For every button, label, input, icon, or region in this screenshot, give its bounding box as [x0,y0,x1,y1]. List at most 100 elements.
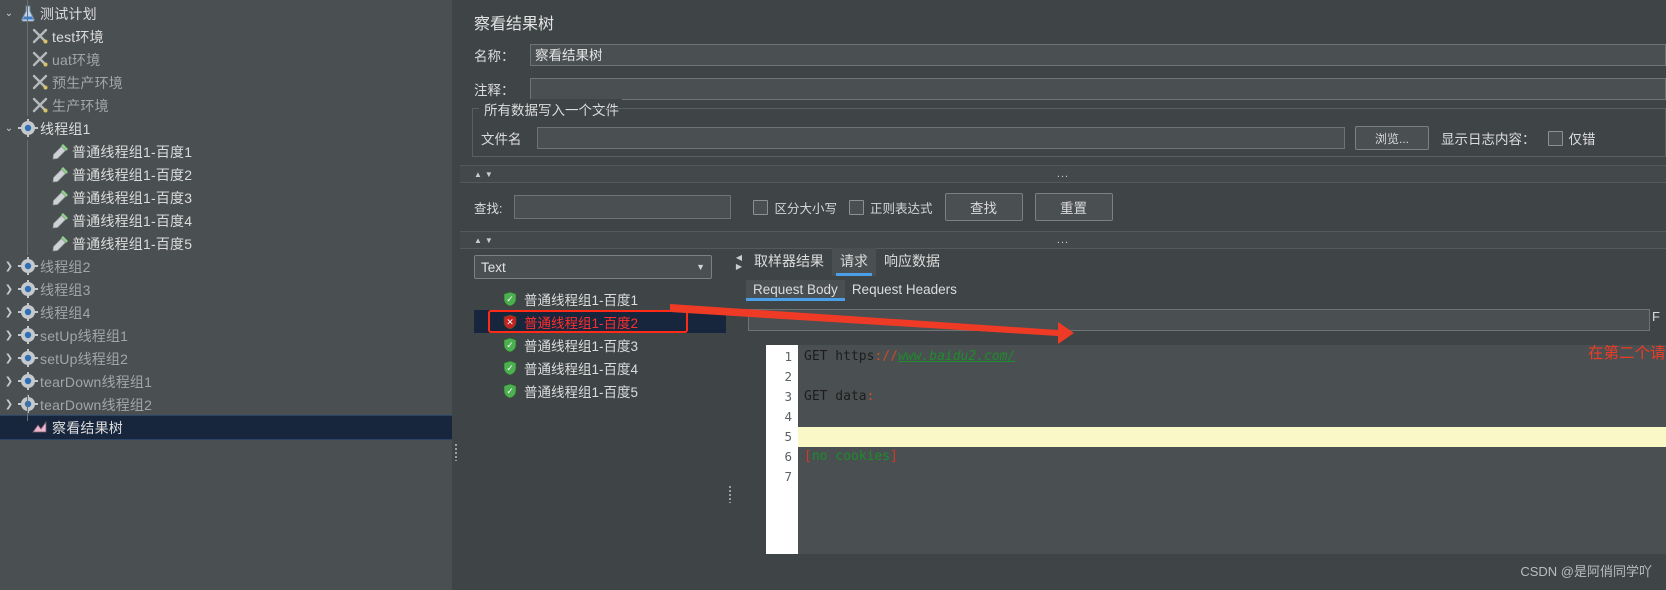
chevron-down-icon[interactable]: ⌄ [0,8,18,19]
wrench-screwdriver-icon [30,73,52,93]
tab-scroll-arrows-icon[interactable]: ◀ ▶ [734,253,744,271]
tree-item-17[interactable]: ❯ tearDown线程组2 [0,393,452,416]
success-shield-icon: ✓ [502,383,518,399]
only-error-checkbox-group[interactable]: 仅错 [1547,128,1596,148]
divider-ellipsis-icon-2[interactable]: ... [1057,235,1069,246]
subtab-1[interactable]: Request Headers [845,280,964,301]
code-line-3: GET data: [804,389,875,404]
divider-ellipsis-icon[interactable]: ... [1057,169,1069,180]
tree-item-7[interactable]: 普通线程组1-百度2 [0,163,452,186]
reset-button[interactable]: 重置 [1034,193,1113,221]
search-row: 查找: 区分大小写 正则表达式 查找 重置 [460,183,1666,231]
sampler-results-list[interactable]: ✓ 普通线程组1-百度1 ✕ 普通线程组1-百度2 ✓ 普通线程组1-百度3 ✓ 普通线程组1… [474,287,726,402]
regex-checkbox[interactable] [849,199,864,215]
request-find-label: F [1652,309,1660,324]
tree-item-12[interactable]: ❯ 线程组3 [0,278,452,301]
pipette-icon [50,188,72,208]
line-number-3: 3 [784,389,792,404]
chevron-down-icon[interactable]: ⌄ [0,123,18,134]
svg-text:✓: ✓ [506,341,514,351]
tree-item-11[interactable]: ❯ 线程组2 [0,255,452,278]
case-sensitive-group[interactable]: 区分大小写 [753,198,837,217]
tree-item-4[interactable]: 生产环境 [0,94,452,117]
result-item-label: 普通线程组1-百度5 [524,384,639,400]
results-detail-splitter[interactable] [726,249,734,554]
tree-item-14[interactable]: ❯ setUp线程组1 [0,324,452,347]
browse-button[interactable]: 浏览... [1355,126,1429,150]
svg-text:✓: ✓ [506,364,514,374]
result-item-label: 普通线程组1-百度1 [524,292,639,308]
only-error-checkbox[interactable] [1547,130,1563,146]
gear-icon [18,394,40,415]
tree-item-5[interactable]: ⌄ 线程组1 [0,117,452,140]
line-number-6: 6 [784,449,792,464]
chevron-down-icon[interactable]: ▼ [696,262,705,272]
tree-item-10[interactable]: 普通线程组1-百度5 [0,232,452,255]
tree-item-3[interactable]: 预生产环境 [0,71,452,94]
chevron-right-icon[interactable]: ❯ [0,261,18,272]
splitter-grip-icon[interactable] [454,443,458,461]
tab-2[interactable]: 响应数据 [876,248,948,276]
horizontal-splitter[interactable] [452,0,460,590]
gear-icon [18,118,40,139]
wrench-screwdriver-icon [30,27,52,47]
results-section-divider[interactable]: ▲▼ ... [460,231,1666,249]
tree-item-8[interactable]: 普通线程组1-百度3 [0,186,452,209]
request-subtabs[interactable]: Request Body Request Headers [734,276,1666,301]
chevron-right-icon[interactable]: ❯ [0,284,18,295]
line-number-gutter: 1 2 3 4 5 6 7 [766,345,798,554]
success-shield-icon: ✓ [502,337,518,353]
chevron-right-icon[interactable]: ❯ [0,376,18,387]
request-body-code[interactable]: GET https://www.baidu2.com/ GET data: [n… [798,345,1666,554]
comment-input[interactable] [530,78,1666,100]
request-search-input[interactable] [748,309,1650,331]
test-plan-tree[interactable]: ⌄ 测试计划 test环境 uat环境 预生产环境 生产环境 ⌄ 线程组1 普通线程组1-百度1… [0,0,453,440]
tree-item-2[interactable]: uat环境 [0,48,452,71]
result-item-1[interactable]: ✕ 普通线程组1-百度2 [474,310,726,333]
tree-item-0[interactable]: ⌄ 测试计划 [0,2,452,25]
chevron-right-icon[interactable]: ❯ [0,330,18,341]
tab-1[interactable]: 请求 [832,248,876,276]
code-line-6: [no cookies] [804,449,898,464]
line-number-7: 7 [784,469,792,484]
search-input[interactable] [514,195,732,219]
chevron-right-icon[interactable]: ❯ [0,353,18,364]
result-item-3[interactable]: ✓ 普通线程组1-百度4 [474,356,726,379]
tree-item-1[interactable]: test环境 [0,25,452,48]
name-input[interactable]: 察看结果树 [530,44,1666,66]
tree-item-13[interactable]: ❯ 线程组4 [0,301,452,324]
tree-item-label: 线程组1 [40,120,91,137]
tree-item-15[interactable]: ❯ setUp线程组2 [0,347,452,370]
chevron-right-icon[interactable]: ❯ [0,307,18,318]
splitter-grip-icon-2[interactable] [728,485,732,503]
regex-group[interactable]: 正则表达式 [849,198,933,217]
result-item-0[interactable]: ✓ 普通线程组1-百度1 [474,287,726,310]
tree-item-label: 测试计划 [40,5,97,22]
result-item-2[interactable]: ✓ 普通线程组1-百度3 [474,333,726,356]
request-body-viewer[interactable]: 1 2 3 4 5 6 7 GET https://www.baidu2.com/ GET … [766,345,1666,554]
tab-0[interactable]: 取样器结果 [746,248,832,276]
collapse-arrows-icon[interactable]: ▲▼ [460,170,496,179]
chevron-right-icon[interactable]: ❯ [0,399,18,410]
wrench-screwdriver-icon [30,96,52,116]
tree-item-label: test环境 [52,28,104,45]
search-section-divider[interactable]: ▲▼ ... [460,165,1666,183]
pipette-icon [50,211,72,231]
renderer-select[interactable]: Text ▼ [474,255,712,279]
tree-item-9[interactable]: 普通线程组1-百度4 [0,209,452,232]
detail-tabs[interactable]: 取样器结果 请求 响应数据 [734,248,1666,276]
flask-icon [18,4,40,24]
tree-item-6[interactable]: 普通线程组1-百度1 [0,140,452,163]
subtab-0[interactable]: Request Body [746,280,845,301]
tree-item-18[interactable]: 察看结果树 [0,415,453,440]
view-results-tree-panel: 察看结果树 名称： 察看结果树 注释： 所有数据写入一个文件 文件名 浏览...… [460,0,1666,590]
filename-input[interactable] [537,127,1345,149]
find-button[interactable]: 查找 [944,193,1023,221]
tree-item-16[interactable]: ❯ tearDown线程组1 [0,370,452,393]
collapse-arrows-icon-2[interactable]: ▲▼ [460,236,496,245]
result-item-4[interactable]: ✓ 普通线程组1-百度5 [474,379,726,402]
case-sensitive-checkbox[interactable] [753,199,769,215]
code-line-5 [798,427,1666,447]
